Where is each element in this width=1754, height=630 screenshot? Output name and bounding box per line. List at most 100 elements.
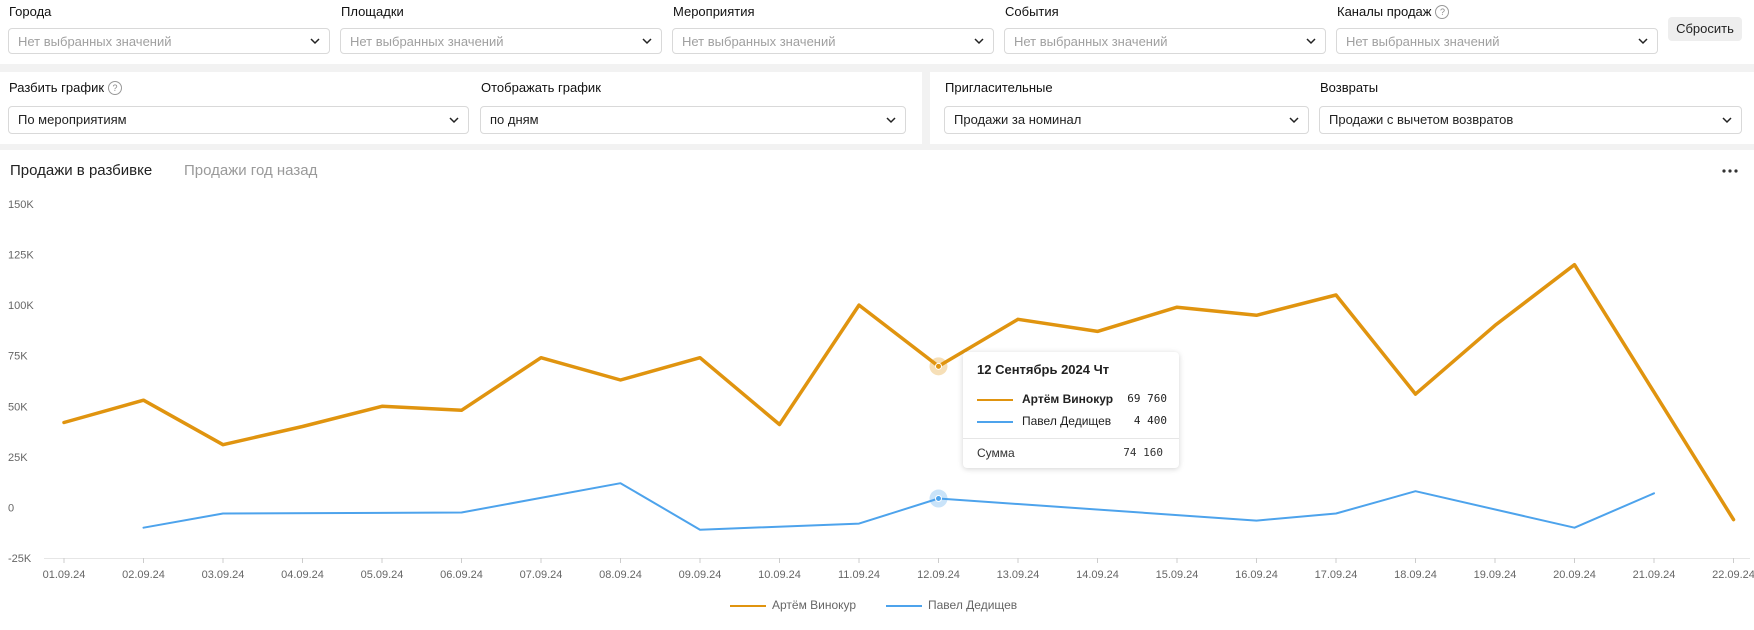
x-tick-label: 05.09.24 <box>361 569 404 581</box>
x-tick-label: 12.09.24 <box>917 569 960 581</box>
sessions-select[interactable]: Нет выбранных значений <box>1004 28 1326 54</box>
x-tick-label: 15.09.24 <box>1156 569 1199 581</box>
filter-events-label: Мероприятия <box>673 4 755 19</box>
x-tick-label: 19.09.24 <box>1474 569 1517 581</box>
legend-label: Артём Винокур <box>772 598 857 612</box>
tooltip-sum-value: 74 160 <box>1123 446 1163 459</box>
question-circle-icon[interactable]: ? <box>1435 5 1450 19</box>
chevron-down-icon <box>886 117 896 124</box>
tooltip-series-swatch <box>977 399 1013 401</box>
y-tick-label: 125K <box>8 250 34 262</box>
chevron-down-icon <box>1289 117 1299 124</box>
divider <box>0 144 1754 150</box>
legend-swatch <box>730 605 766 607</box>
tooltip-row: Павел Дедищев 4 400 <box>977 414 1167 430</box>
x-tick-label: 16.09.24 <box>1235 569 1278 581</box>
invites-select[interactable]: Продажи за номинал <box>944 106 1309 134</box>
legend-swatch <box>886 605 922 607</box>
filter-cities-label: Города <box>9 4 52 19</box>
option-returns-label: Возвраты <box>1320 80 1379 95</box>
display-select[interactable]: по дням <box>480 106 906 134</box>
x-tick-label: 02.09.24 <box>122 569 165 581</box>
y-tick-label: 75K <box>8 351 28 363</box>
x-axis: 01.09.24 02.09.24 03.09.24 04.09.24 05.09.24… <box>43 558 1754 581</box>
divider <box>0 64 1754 72</box>
more-horizontal-icon[interactable] <box>1719 164 1741 178</box>
returns-select[interactable]: Продажи с вычетом возвратов <box>1319 106 1742 134</box>
option-display-label: Отображать график <box>481 80 601 95</box>
x-tick-label: 13.09.24 <box>997 569 1040 581</box>
tooltip-series-value: 4 400 <box>1133 414 1167 427</box>
chart-markers <box>929 357 948 508</box>
y-axis: -25K 0 25K 50K 75K 100K 125K 150K <box>8 199 34 565</box>
tab-sales-year-ago[interactable]: Продажи год назад <box>184 162 317 179</box>
sales-line-chart: -25K 0 25K 50K 75K 100K 125K 150K 01.09.24 02.09… <box>8 199 1754 581</box>
x-tick-label: 03.09.24 <box>202 569 245 581</box>
split-select[interactable]: По мероприятиям <box>8 106 469 134</box>
tab-sales-breakdown[interactable]: Продажи в разбивке <box>10 162 152 179</box>
question-circle-icon[interactable]: ? <box>108 81 123 95</box>
y-tick-label: 50K <box>8 401 28 413</box>
filter-sales-channels-label: Каналы продаж? <box>1337 4 1450 19</box>
x-tick-label: 21.09.24 <box>1633 569 1676 581</box>
y-tick-label: 100K <box>8 300 34 312</box>
y-tick-label: 0 <box>8 502 14 514</box>
tooltip-series-name: Павел Дедищев <box>1022 414 1112 428</box>
option-invites-label: Пригласительные <box>945 80 1053 95</box>
option-split-label: Разбить график? <box>9 80 123 95</box>
chevron-down-icon <box>642 38 652 45</box>
tooltip-series-swatch <box>977 421 1013 423</box>
chevron-down-icon <box>1638 38 1648 45</box>
x-tick-label: 10.09.24 <box>758 569 801 581</box>
hover-marker <box>935 362 942 370</box>
chevron-down-icon <box>310 38 320 45</box>
filter-venues-label: Площадки <box>341 4 404 19</box>
x-tick-label: 18.09.24 <box>1394 569 1437 581</box>
y-tick-label: -25K <box>8 553 32 565</box>
filters-bar: Города Нет выбранных значений Площадки Н… <box>0 0 1754 64</box>
x-tick-label: 17.09.24 <box>1315 569 1358 581</box>
chevron-down-icon <box>449 117 459 124</box>
x-tick-label: 09.09.24 <box>679 569 722 581</box>
sales-channels-select[interactable]: Нет выбранных значений <box>1336 28 1658 54</box>
legend-label: Павел Дедищев <box>928 598 1018 612</box>
series-line <box>62 262 1736 522</box>
chevron-down-icon <box>1306 38 1316 45</box>
chart-tooltip: 12 Сентябрь 2024 Чт Артём Винокур 69 760… <box>963 352 1179 468</box>
sessions-select-placeholder: Нет выбранных значений <box>1014 34 1168 49</box>
chevron-down-icon <box>974 38 984 45</box>
hover-marker <box>935 495 942 503</box>
reset-button[interactable]: Сбросить <box>1668 17 1742 41</box>
sales-channels-select-placeholder: Нет выбранных значений <box>1346 34 1500 49</box>
x-tick-label: 01.09.24 <box>43 569 86 581</box>
invites-select-value: Продажи за номинал <box>954 112 1082 127</box>
series-line <box>142 482 1655 531</box>
tooltip-title: 12 Сентябрь 2024 Чт <box>977 362 1110 377</box>
x-tick-label: 22.09.24 <box>1712 569 1754 581</box>
chevron-down-icon <box>1722 117 1732 124</box>
tooltip-sum-label: Сумма <box>977 446 1015 460</box>
x-tick-label: 07.09.24 <box>520 569 563 581</box>
venues-select[interactable]: Нет выбранных значений <box>340 28 662 54</box>
returns-select-value: Продажи с вычетом возвратов <box>1329 112 1514 127</box>
x-tick-label: 14.09.24 <box>1076 569 1119 581</box>
panel-divider <box>922 72 930 144</box>
y-tick-label: 150K <box>8 199 34 211</box>
filter-sessions-label: События <box>1005 4 1059 19</box>
x-tick-label: 06.09.24 <box>440 569 483 581</box>
venues-select-placeholder: Нет выбранных значений <box>350 34 504 49</box>
cities-select[interactable]: Нет выбранных значений <box>8 28 330 54</box>
x-tick-label: 08.09.24 <box>599 569 642 581</box>
tooltip-row: Артём Винокур 69 760 <box>977 392 1167 408</box>
split-label-text: Разбить график <box>9 80 105 95</box>
events-select-placeholder: Нет выбранных значений <box>682 34 836 49</box>
x-tick-label: 11.09.24 <box>838 569 880 581</box>
tooltip-series-name: Артём Винокур <box>1022 392 1114 406</box>
x-tick-label: 20.09.24 <box>1553 569 1596 581</box>
events-select[interactable]: Нет выбранных значений <box>672 28 994 54</box>
y-tick-label: 25K <box>8 452 28 464</box>
tooltip-separator <box>963 438 1179 439</box>
tooltip-series-value: 69 760 <box>1127 392 1167 405</box>
display-select-value: по дням <box>490 112 539 127</box>
sales-channels-label-text: Каналы продаж <box>1337 4 1432 19</box>
